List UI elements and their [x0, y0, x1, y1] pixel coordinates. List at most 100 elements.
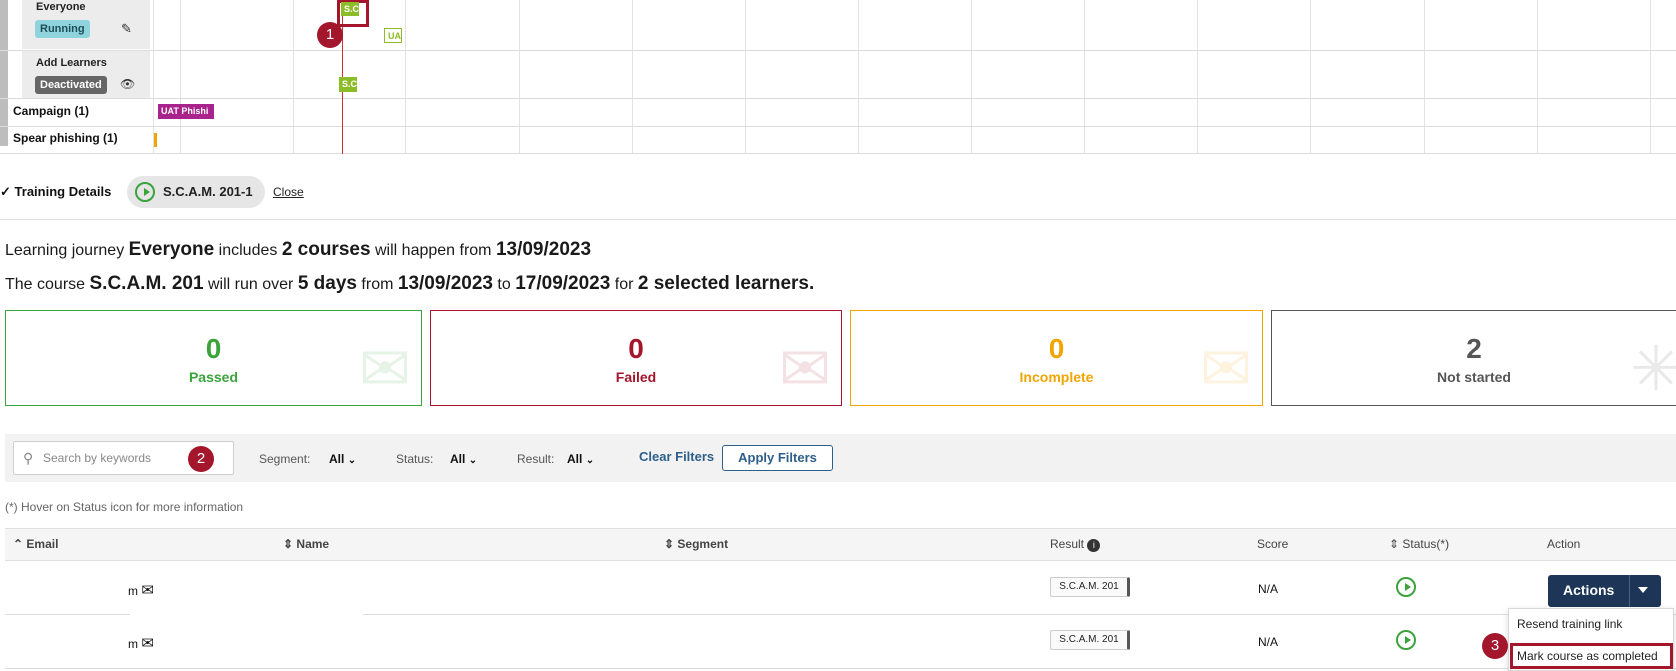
status-filter-value: All: [450, 452, 466, 466]
sort-icon: ⇕: [283, 537, 294, 551]
timeline-bar-spear-phishing[interactable]: [154, 133, 157, 147]
email-text: m: [128, 584, 138, 598]
play-status-icon[interactable]: [1396, 577, 1416, 597]
actions-label: Actions: [1563, 582, 1615, 598]
envelope-check-icon: ✉: [141, 582, 154, 599]
envelope-check-icon: ✉: [141, 635, 154, 652]
result-pill[interactable]: S.C.A.M. 201: [1050, 577, 1130, 597]
caret-down-icon: [1638, 587, 1648, 593]
header-label: Status(*): [1402, 537, 1450, 551]
column-header-status[interactable]: ⇕ Status(*): [1389, 537, 1449, 551]
grid-line: [1197, 0, 1198, 154]
column-header-result: Result i: [1050, 537, 1101, 552]
info-icon[interactable]: i: [1087, 539, 1101, 552]
status-badge-running: Running: [35, 20, 90, 38]
step-marker-2: 2: [188, 446, 214, 472]
header-label: Segment: [677, 537, 729, 551]
stat-label: Not started: [1437, 369, 1511, 385]
header-label: Result: [1050, 537, 1085, 551]
redaction-gap: [278, 613, 363, 617]
journey-summary: Learning journey Everyone includes 2 cou…: [5, 239, 591, 261]
chevron-down-icon: ⌄: [585, 455, 595, 466]
stat-card-failed[interactable]: 0 Failed ✉: [430, 310, 842, 406]
timeline-scroll-strip[interactable]: [0, 0, 8, 146]
email-cell: m ✉: [128, 581, 154, 599]
column-header-name[interactable]: ⇕ Name: [283, 537, 329, 551]
actions-button[interactable]: Actions: [1548, 575, 1661, 607]
score-cell: N/A: [1258, 635, 1279, 649]
grid-line: [1084, 0, 1085, 154]
training-details-toggle[interactable]: ✓ Training Details: [0, 184, 111, 200]
segment-filter-label: Segment:: [259, 452, 311, 466]
timeline-bar-campaign[interactable]: UAT Phishi: [158, 104, 214, 119]
redaction-gap: [130, 613, 278, 617]
course-chip-label: S.C.A.M. 201-1: [163, 183, 253, 199]
close-link[interactable]: Close: [273, 185, 304, 199]
text: will happen from: [375, 242, 492, 259]
row-label-campaign: Campaign (1): [13, 104, 90, 118]
result-pill[interactable]: S.C.A.M. 201: [1050, 630, 1130, 650]
result-filter-dropdown[interactable]: All ⌄: [567, 452, 594, 466]
text: from: [361, 276, 394, 293]
learner-count: 2 selected learners.: [637, 273, 815, 294]
segment-name: Everyone: [36, 1, 86, 13]
step-marker-1: 1: [317, 22, 343, 48]
search-icon: ⚲: [23, 450, 34, 466]
chevron-down-icon: ✓: [0, 184, 11, 199]
divider: [1629, 575, 1630, 607]
email-text: m: [128, 637, 138, 651]
grid-line: [405, 0, 406, 154]
sort-icon: ⇕: [664, 537, 675, 551]
envelope-alert-icon: ✉: [779, 335, 831, 404]
row-divider: [5, 668, 1676, 669]
timeline-bar-scam[interactable]: S.C: [341, 2, 359, 16]
grid-line: [971, 0, 972, 154]
sort-icon: ⌃: [13, 537, 24, 551]
course-count: 2 courses: [281, 239, 371, 260]
text: to: [497, 276, 511, 293]
stat-value: 2: [1466, 333, 1482, 364]
segment-filter-value: All: [329, 452, 345, 466]
timeline-bar-uat[interactable]: UA: [384, 28, 402, 43]
timeline-bar-scam[interactable]: S.C: [339, 77, 357, 92]
stat-card-incomplete[interactable]: 0 Incomplete ✉: [850, 310, 1263, 406]
menu-item-mark-course-completed[interactable]: Mark course as completed: [1517, 649, 1658, 663]
grid-line: [1310, 0, 1311, 154]
row-divider: [0, 126, 1676, 127]
score-cell: N/A: [1258, 582, 1279, 596]
grid-line: [1537, 0, 1538, 154]
row-label-spear-phishing: Spear phishing (1): [13, 131, 118, 145]
header-label: Email: [26, 537, 59, 551]
text: includes: [218, 242, 278, 259]
menu-item-resend-training-link[interactable]: Resend training link: [1517, 617, 1622, 631]
envelope-check-icon: ✉: [359, 335, 411, 404]
segment-filter-dropdown[interactable]: All ⌄: [329, 452, 356, 466]
stat-card-passed[interactable]: 0 Passed ✉: [5, 310, 422, 406]
result-filter-value: All: [567, 452, 583, 466]
play-status-icon[interactable]: [1396, 630, 1416, 650]
email-cell: m ✉: [128, 634, 154, 652]
training-details-title: Training Details: [14, 184, 112, 199]
search-placeholder: Search by keywords: [43, 451, 152, 465]
text: The course: [5, 276, 86, 293]
grid-line: [632, 0, 633, 154]
column-header-action: Action: [1547, 537, 1581, 551]
clear-filters-button[interactable]: Clear Filters: [639, 449, 714, 464]
journey-name: Everyone: [128, 239, 215, 260]
text: for: [614, 276, 634, 293]
envelope-open-icon: ✉: [1200, 335, 1252, 404]
column-header-segment[interactable]: ⇕ Segment: [664, 537, 728, 551]
course-chip[interactable]: S.C.A.M. 201-1: [127, 176, 265, 208]
grid-line: [180, 0, 181, 154]
eye-icon[interactable]: 👁: [120, 77, 135, 91]
stat-card-not-started[interactable]: 2 Not started ✳: [1271, 310, 1676, 406]
text: will run over: [208, 276, 294, 293]
column-header-score: Score: [1257, 537, 1289, 551]
edit-pencil-icon[interactable]: ✎: [121, 21, 132, 37]
row-divider: [0, 50, 1676, 51]
apply-filters-button[interactable]: Apply Filters: [722, 445, 833, 471]
grid-line: [519, 0, 520, 154]
grid-line: [745, 0, 746, 154]
column-header-email[interactable]: ⌃ Email: [13, 537, 58, 551]
status-filter-dropdown[interactable]: All ⌄: [450, 452, 477, 466]
